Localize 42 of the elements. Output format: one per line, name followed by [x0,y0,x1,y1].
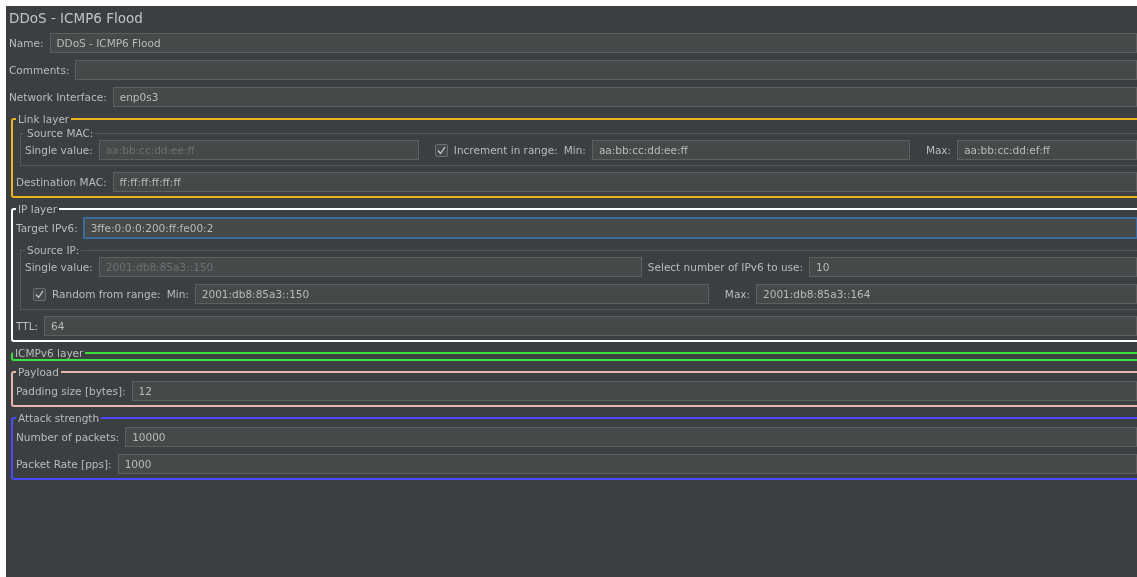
text-field[interactable] [75,60,1137,80]
text-field[interactable]: 1000 [117,454,1137,474]
field-label: Network Interface: [9,91,107,103]
field-label: TTL: [16,320,39,332]
field-label: Number of packets: [16,431,120,443]
field-label: Single value: [25,261,93,273]
text-field[interactable]: DDoS - ICMP6 Flood [49,33,1137,53]
text-field[interactable]: 64 [44,316,1137,336]
field-label: Min: [563,144,586,156]
field-label: Padding size [bytes]: [16,385,126,397]
field-label: Single value: [25,144,93,156]
section-title: Link layer [17,113,71,125]
field-label: Target IPv6: [16,222,78,234]
group-title: Source IP: [26,244,81,256]
section-title: ICMPv6 layer [14,347,85,359]
section-title: Payload [17,366,60,378]
text-field[interactable]: 3ffe:0:0:0:200:ff:fe00:2 [83,218,1137,238]
field-label: Comments: [9,64,70,76]
field-label: Name: [9,37,44,49]
checkbox-label[interactable]: Increment in range: [453,144,558,156]
text-field[interactable]: aa:bb:cc:dd:ee:ff [591,140,910,160]
text-field[interactable]: 2001:db8:85a3::150 [194,284,709,304]
field-label: Packet Rate [pps]: [16,458,112,470]
text-field[interactable]: 10 [809,257,1137,277]
text-field[interactable]: 10000 [125,427,1137,447]
checkbox[interactable] [434,143,448,157]
field-label: Max: [724,288,751,300]
checkbox-label[interactable]: Random from range: [52,288,161,300]
panel-title: DDoS - ICMP6 Flood [9,9,144,27]
text-field[interactable]: aa:bb:cc:dd:ef:ff [957,140,1137,160]
field-label: Destination MAC: [16,176,107,188]
text-field[interactable]: enp0s3 [112,87,1137,107]
field-label: Select number of IPv6 to use: [647,261,803,273]
section-title: IP layer [17,203,59,215]
text-field[interactable]: 12 [131,381,1137,401]
text-field[interactable]: 2001:db8:85a3::164 [756,284,1137,304]
section-title: Attack strength [17,412,101,424]
field-label: Max: [925,144,952,156]
text-field[interactable]: ff:ff:ff:ff:ff:ff [112,172,1137,192]
checkbox[interactable] [33,287,46,301]
field-label: Min: [166,288,189,300]
group-title: Source MAC: [26,127,95,139]
